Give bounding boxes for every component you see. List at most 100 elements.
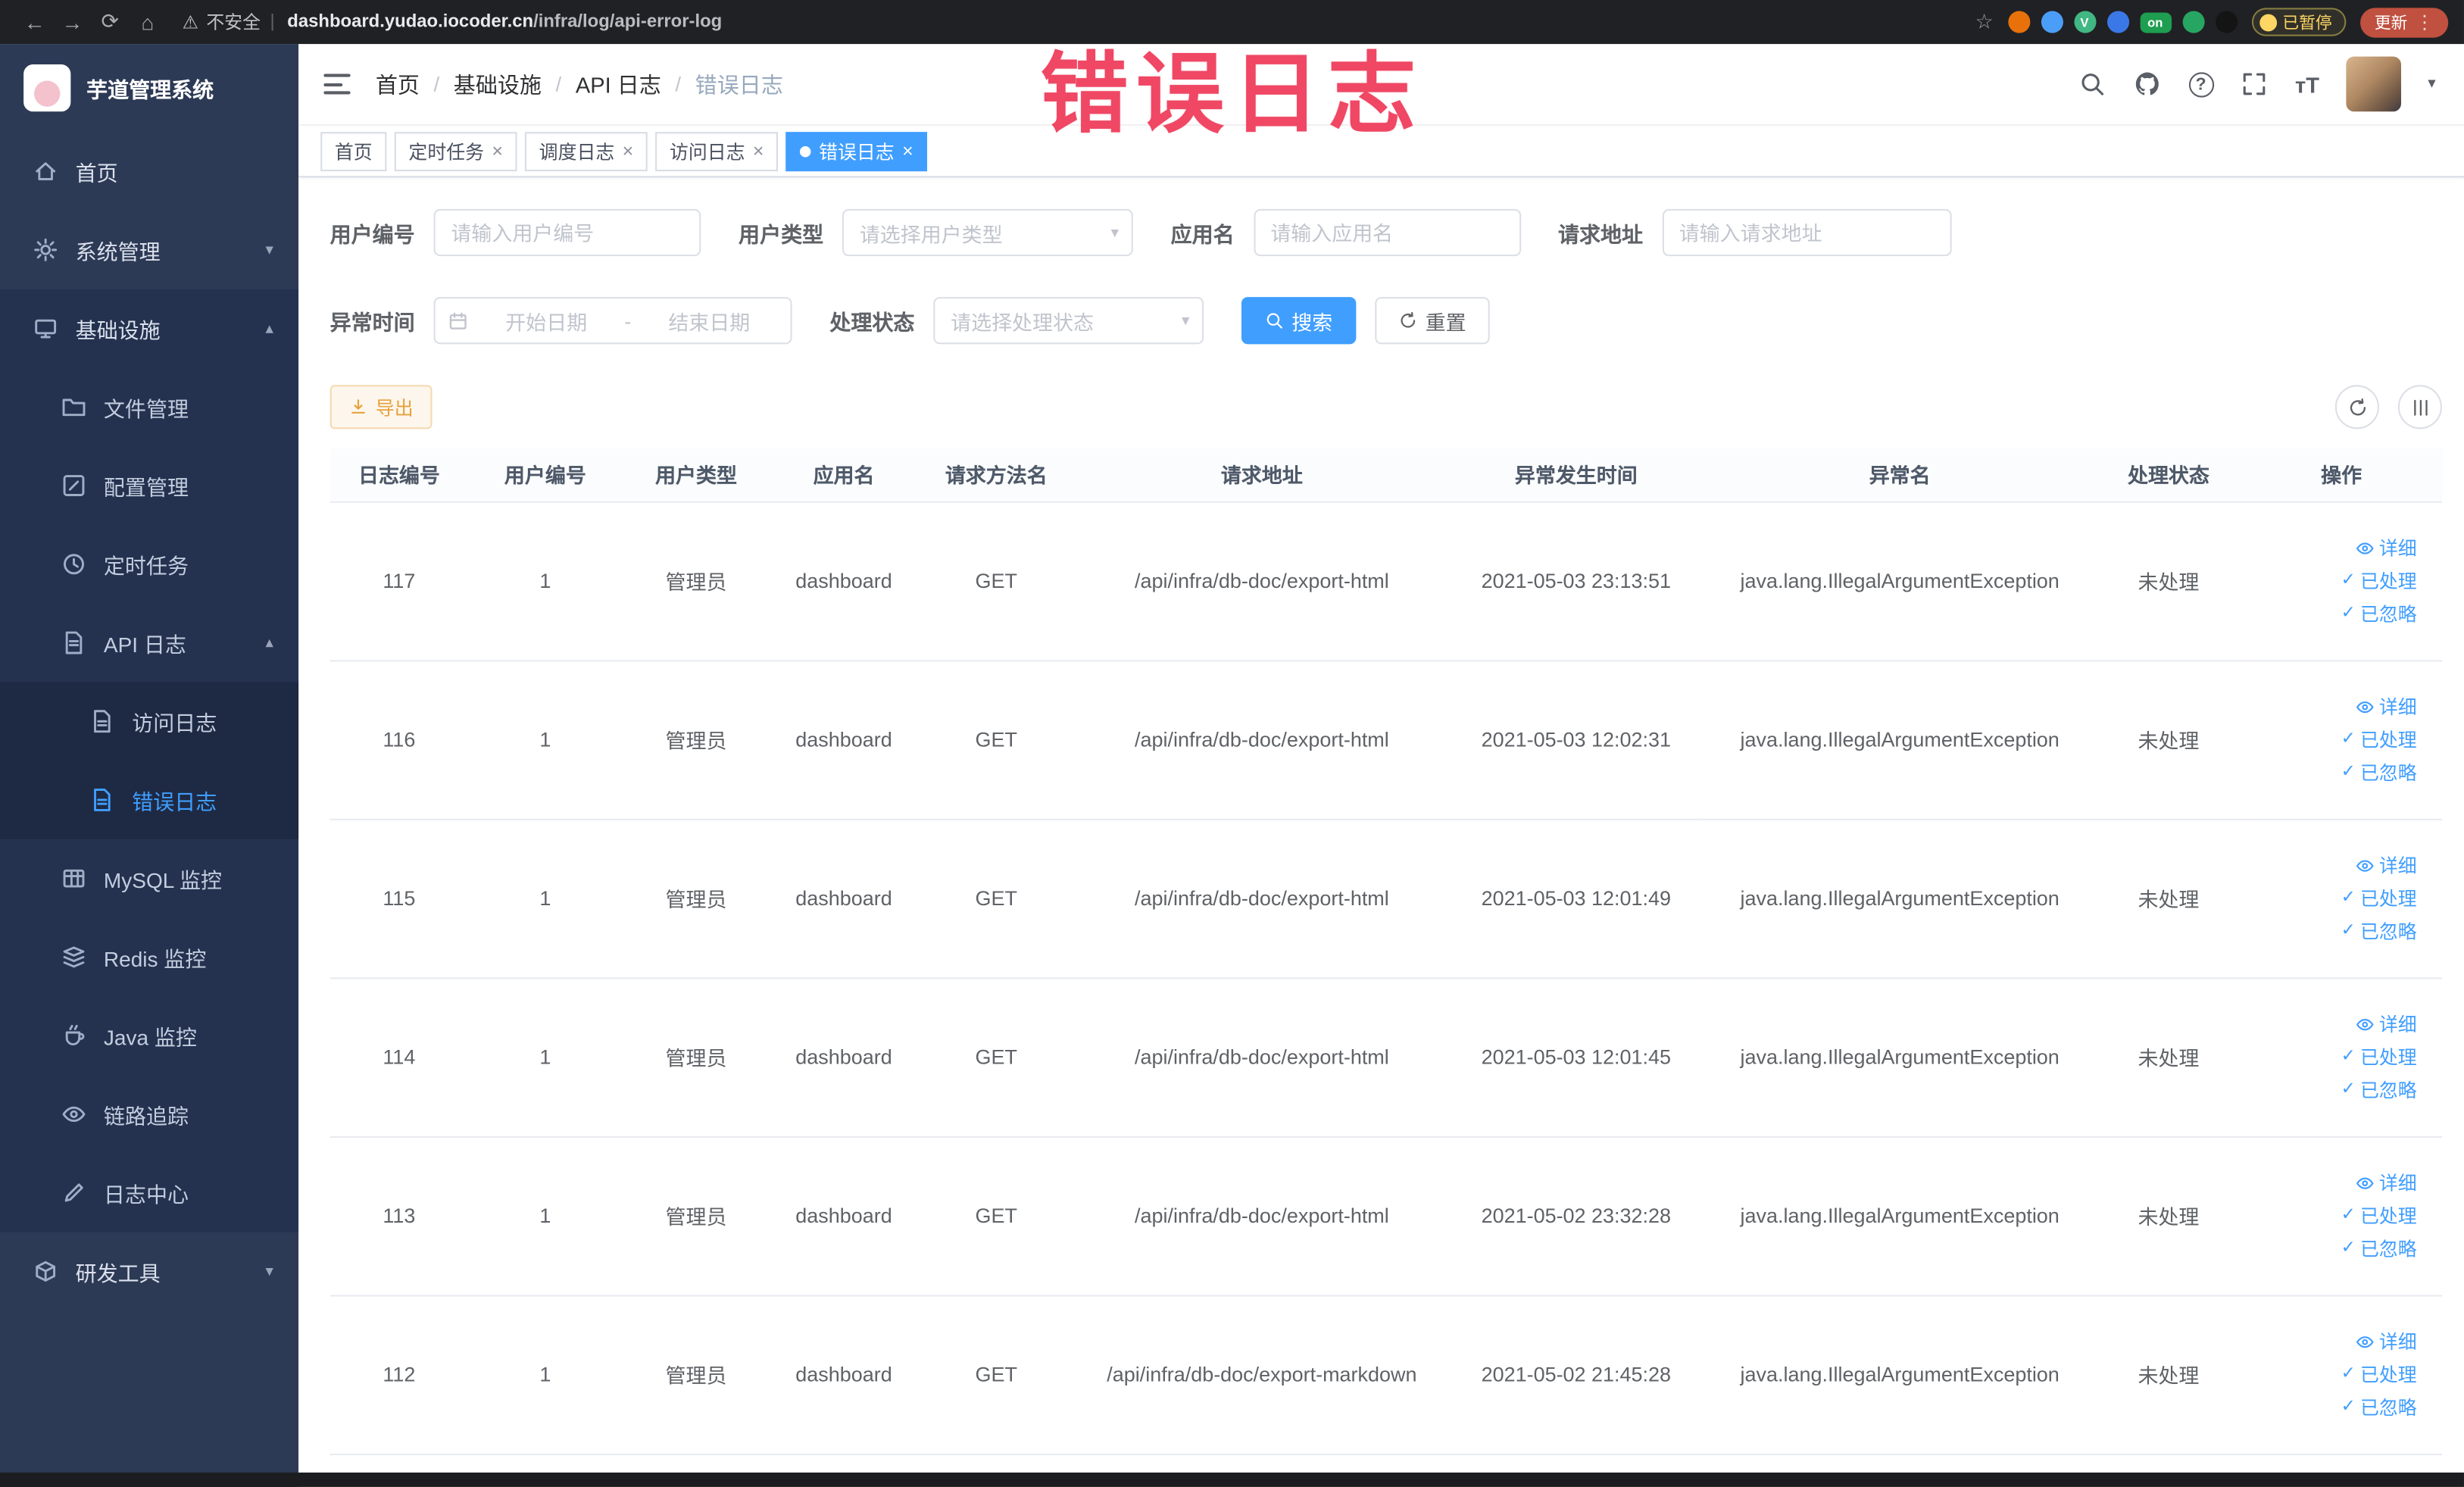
action-processed-link[interactable]: ✓ 已处理 (2341, 571, 2417, 590)
sidebar-toggle-icon[interactable] (323, 73, 351, 95)
sidebar-item-label: 配置管理 (103, 476, 189, 500)
column-header: 应用名 (770, 448, 918, 502)
github-icon[interactable] (2133, 70, 2161, 98)
exception-time-range-picker[interactable]: 开始日期 - 结束日期 (433, 297, 792, 345)
action-detail-link[interactable]: 详细 (2356, 856, 2417, 875)
help-icon[interactable]: ? (2188, 71, 2214, 97)
extension-icon[interactable] (2040, 11, 2063, 33)
action-processed-link[interactable]: ✓ 已处理 (2341, 1206, 2417, 1225)
sidebar-item-redis-monitor[interactable]: Redis 监控 (0, 918, 298, 997)
action-detail-link[interactable]: 详细 (2356, 539, 2417, 557)
browser-forward-icon[interactable]: → (54, 10, 92, 33)
sidebar-item-error-log[interactable]: 错误日志 (0, 761, 299, 839)
caret-down-icon[interactable]: ▾ (2428, 76, 2435, 93)
tab-scheduled-jobs[interactable]: 定时任务 × (394, 131, 517, 171)
export-button[interactable]: 导出 (329, 385, 433, 430)
user-type-select[interactable]: 请选择用户类型 ▾ (842, 208, 1133, 257)
sidebar-item-config-management[interactable]: 配置管理 (0, 446, 298, 525)
extension-icon[interactable]: on (2139, 11, 2172, 33)
sidebar-item-file-management[interactable]: 文件管理 (0, 367, 298, 446)
close-icon[interactable]: × (492, 140, 503, 162)
tab-scheduler-log[interactable]: 调度日志 × (525, 131, 648, 171)
address-bar[interactable]: dashboard.yudao.iocoder.cn/infra/log/api… (287, 13, 722, 32)
cell-exception-time: 2021-05-03 23:13:51 (1448, 501, 1704, 661)
action-ignored-link[interactable]: ✓ 已忽略 (2341, 1239, 2417, 1258)
text-size-icon[interactable]: тT (2295, 71, 2319, 96)
eye-icon (2356, 856, 2375, 875)
user-id-label: 用户编号 (329, 223, 415, 247)
sidebar-item-scheduled-jobs[interactable]: 定时任务 (0, 525, 298, 604)
process-status-select[interactable]: 请选择处理状态 ▾ (933, 297, 1204, 345)
extension-icon[interactable]: V (2073, 11, 2096, 33)
tab-access-log[interactable]: 访问日志 × (655, 131, 779, 171)
close-icon[interactable]: × (902, 140, 913, 162)
app-name-input[interactable] (1253, 208, 1521, 257)
action-ignored-link[interactable]: ✓ 已忽略 (2341, 1080, 2417, 1099)
search-icon[interactable] (2078, 70, 2106, 98)
action-processed-link[interactable]: ✓ 已处理 (2341, 1365, 2417, 1384)
action-ignored-link[interactable]: ✓ 已忽略 (2341, 763, 2417, 782)
action-label: 已忽略 (2360, 761, 2417, 784)
breadcrumb-item[interactable]: 基础设施 (454, 68, 542, 99)
request-url-input[interactable] (1661, 208, 1951, 257)
action-processed-link[interactable]: ✓ 已处理 (2341, 889, 2417, 908)
action-detail-link[interactable]: 详细 (2356, 1014, 2417, 1033)
action-processed-link[interactable]: ✓ 已处理 (2341, 730, 2417, 749)
action-ignored-link[interactable]: ✓ 已忽略 (2341, 922, 2417, 941)
action-label: 已处理 (2360, 1045, 2417, 1068)
fullscreen-icon[interactable] (2240, 70, 2268, 98)
extension-icon[interactable] (2181, 11, 2204, 33)
action-processed-link[interactable]: ✓ 已处理 (2341, 1048, 2417, 1067)
browser-extensions: Von (2007, 11, 2238, 33)
url-separator: | (270, 12, 275, 32)
browser-menu-icon: ⋮ (2415, 11, 2434, 33)
paused-badge[interactable]: 已暂停 (2250, 8, 2347, 36)
sidebar-item-mysql-monitor[interactable]: MySQL 监控 (0, 839, 298, 918)
sidebar-item-trace[interactable]: 链路追踪 (0, 1075, 298, 1154)
tab-home[interactable]: 首页 (320, 131, 387, 171)
sidebar-item-java-monitor[interactable]: Java 监控 (0, 996, 298, 1075)
eye-icon (2356, 1332, 2375, 1351)
user-id-input[interactable] (433, 208, 701, 257)
tab-error-log[interactable]: 错误日志 × (785, 131, 928, 171)
cell-log-id: 113 (329, 1136, 469, 1296)
column-settings-button[interactable] (2397, 385, 2442, 430)
sidebar-item-system[interactable]: 系统管理 ▾ (0, 211, 298, 289)
sidebar-item-access-log[interactable]: 访问日志 (0, 682, 299, 761)
action-ignored-link[interactable]: ✓ 已忽略 (2341, 604, 2417, 623)
tab-label: 定时任务 (408, 140, 485, 163)
action-detail-link[interactable]: 详细 (2356, 697, 2417, 716)
extension-icon[interactable] (2106, 11, 2129, 33)
user-avatar[interactable] (2346, 56, 2401, 112)
paused-badge-label: 已暂停 (2282, 13, 2332, 33)
action-detail-link[interactable]: 详细 (2356, 1173, 2417, 1192)
cell-method: GET (917, 501, 1076, 661)
security-indicator[interactable]: ⚠ 不安全 (183, 9, 261, 34)
cell-actions: 详细 ✓ 已处理 ✓ 已忽略 (2241, 1295, 2442, 1455)
cell-actions: 详细 ✓ 已处理 ✓ 已忽略 (2241, 660, 2442, 820)
breadcrumb-item[interactable]: 首页 (376, 68, 420, 99)
browser-reload-icon[interactable]: ⟳ (91, 9, 129, 34)
breadcrumb-item[interactable]: API 日志 (576, 68, 661, 99)
sidebar-item-home[interactable]: 首页 (0, 132, 298, 211)
browser-home-icon[interactable]: ⌂ (129, 10, 167, 33)
close-icon[interactable]: × (753, 140, 764, 162)
sidebar-item-infra[interactable]: 基础设施 ▴ (0, 289, 298, 368)
extension-icon[interactable] (2007, 11, 2030, 33)
action-label: 已忽略 (2360, 1237, 2417, 1260)
action-detail-link[interactable]: 详细 (2356, 1332, 2417, 1351)
url-domain: dashboard.yudao.iocoder.cn (287, 12, 534, 32)
refresh-table-button[interactable] (2334, 385, 2379, 430)
bookmark-star-icon[interactable]: ☆ (1975, 9, 1993, 34)
sidebar-item-api-log[interactable]: API 日志 ▴ (0, 604, 298, 683)
action-ignored-link[interactable]: ✓ 已忽略 (2341, 1398, 2417, 1417)
sidebar-item-log-center[interactable]: 日志中心 (0, 1154, 298, 1232)
reset-button[interactable]: 重置 (1375, 297, 1490, 345)
browser-back-icon[interactable]: ← (16, 10, 54, 33)
sidebar-item-dev-tools[interactable]: 研发工具 ▾ (0, 1232, 298, 1310)
close-icon[interactable]: × (623, 140, 634, 162)
extension-icon[interactable] (2215, 11, 2238, 33)
search-button[interactable]: 搜索 (1241, 297, 1357, 345)
update-button[interactable]: 更新 ⋮ (2360, 7, 2449, 37)
breadcrumb-separator: / (555, 72, 562, 96)
